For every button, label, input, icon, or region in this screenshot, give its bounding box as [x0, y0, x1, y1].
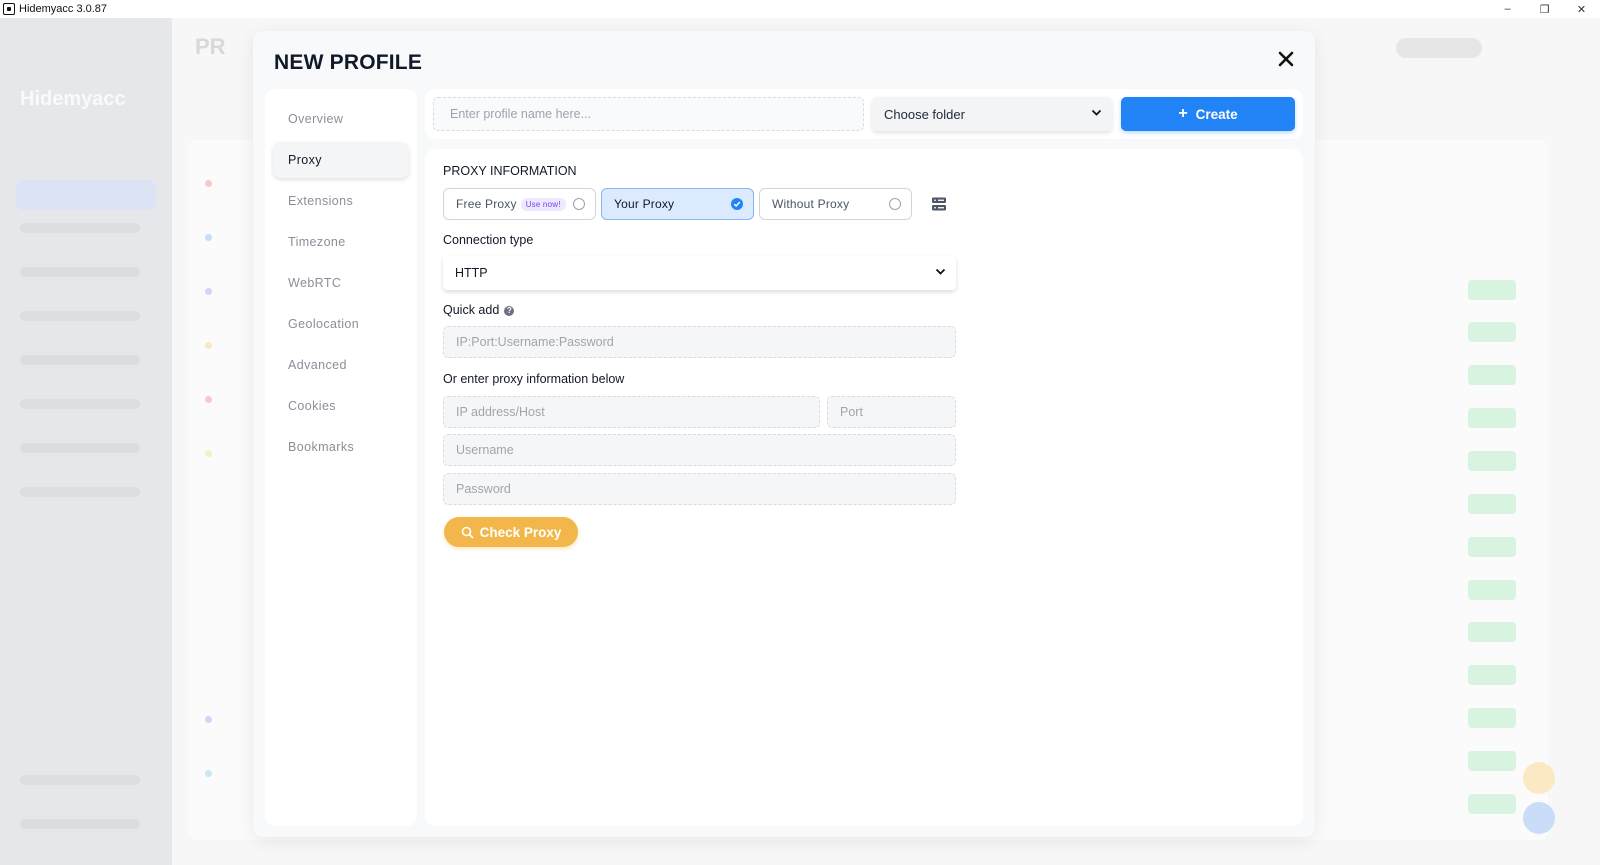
radio-checked-icon	[731, 198, 743, 210]
plus-icon: +	[1178, 105, 1188, 122]
window-title: Hidemyacc 3.0.87	[19, 3, 108, 15]
background-run-button	[1468, 665, 1516, 685]
window-controls: – ❐ ✕	[1489, 0, 1600, 18]
background-nav-item	[20, 775, 140, 785]
close-icon	[1278, 51, 1294, 67]
background-status-dot	[205, 450, 212, 457]
background-nav-item	[20, 223, 140, 233]
background-support-bubble	[1523, 762, 1555, 794]
without-proxy-label: Without Proxy	[772, 197, 850, 211]
background-run-button	[1468, 580, 1516, 600]
background-run-button	[1468, 622, 1516, 642]
your-proxy-option[interactable]: Your Proxy	[601, 188, 754, 220]
free-proxy-label: Free Proxy	[456, 197, 517, 211]
your-proxy-label: Your Proxy	[614, 197, 675, 211]
menu-item-proxy[interactable]: Proxy	[273, 142, 409, 178]
chevron-down-icon	[935, 268, 946, 275]
help-icon[interactable]: ?	[504, 305, 515, 316]
background-new-profile-button	[16, 180, 156, 210]
server-list-icon[interactable]	[931, 196, 947, 212]
quick-add-label-text: Quick add	[443, 303, 500, 317]
background-run-button	[1468, 451, 1516, 471]
background-status-dot	[205, 180, 212, 187]
radio-unchecked-icon	[889, 198, 901, 210]
menu-item-bookmarks[interactable]: Bookmarks	[273, 429, 409, 465]
connection-type-label: Connection type	[443, 233, 534, 247]
folder-select[interactable]: Choose folder	[872, 97, 1112, 131]
background-status-dot	[205, 770, 212, 777]
background-status-dot	[205, 234, 212, 241]
background-run-button	[1468, 365, 1516, 385]
menu-item-cookies[interactable]: Cookies	[273, 388, 409, 424]
create-button-label: Create	[1195, 106, 1238, 122]
background-status-dot	[205, 716, 212, 723]
window-close-button[interactable]: ✕	[1563, 0, 1600, 18]
profile-name-input[interactable]	[433, 97, 864, 131]
menu-item-geolocation[interactable]: Geolocation	[273, 306, 409, 342]
close-modal-button[interactable]	[1275, 48, 1297, 70]
background-status-dot	[205, 396, 212, 403]
menu-item-timezone[interactable]: Timezone	[273, 224, 409, 260]
check-proxy-button[interactable]: Check Proxy	[444, 517, 578, 547]
connection-type-select[interactable]: HTTP	[443, 256, 956, 290]
background-run-button	[1468, 408, 1516, 428]
connection-type-value: HTTP	[455, 266, 488, 280]
window-titlebar: Hidemyacc 3.0.87 – ❐ ✕	[0, 0, 1600, 18]
username-input[interactable]	[443, 434, 956, 466]
background-run-button	[1468, 537, 1516, 557]
manual-proxy-label: Or enter proxy information below	[443, 372, 625, 386]
menu-item-extensions[interactable]: Extensions	[273, 183, 409, 219]
background-nav-item	[20, 355, 140, 365]
quick-add-input[interactable]	[443, 326, 956, 358]
menu-item-advanced[interactable]: Advanced	[273, 347, 409, 383]
background-nav-item	[20, 487, 140, 497]
proxy-section-title: PROXY INFORMATION	[443, 164, 577, 178]
background-nav-item	[20, 311, 140, 321]
background-logo: Hidemyacc	[20, 88, 126, 110]
chevron-down-icon	[1091, 109, 1102, 116]
folder-select-value: Choose folder	[884, 106, 965, 122]
background-page-title: PR	[195, 34, 226, 59]
profile-settings-menu: Overview Proxy Extensions Timezone WebRT…	[265, 89, 417, 826]
background-chat-bubble	[1523, 802, 1555, 834]
background-run-button	[1468, 494, 1516, 514]
background-run-button	[1468, 751, 1516, 771]
modal-title: NEW PROFILE	[274, 51, 423, 74]
free-proxy-option[interactable]: Free Proxy Use now!	[443, 188, 596, 220]
background-balance-pill	[1396, 38, 1482, 58]
background-nav-item	[20, 819, 140, 829]
app-icon	[3, 3, 15, 15]
background-nav-item	[20, 443, 140, 453]
without-proxy-option[interactable]: Without Proxy	[759, 188, 912, 220]
password-input[interactable]	[443, 473, 956, 505]
new-profile-modal: NEW PROFILE Overview Proxy Extensions Ti…	[253, 31, 1315, 837]
quick-add-label: Quick add?	[443, 303, 515, 317]
background-sidebar: Hidemyacc	[0, 18, 172, 865]
background-status-dot	[205, 342, 212, 349]
radio-unchecked-icon	[573, 198, 585, 210]
host-input[interactable]	[443, 396, 820, 428]
background-nav-item	[20, 267, 140, 277]
proxy-settings-panel: PROXY INFORMATION Free Proxy Use now! Yo…	[425, 149, 1303, 826]
menu-item-webrtc[interactable]: WebRTC	[273, 265, 409, 301]
create-button[interactable]: + Create	[1121, 97, 1295, 131]
background-status-dot	[205, 288, 212, 295]
background-run-button	[1468, 322, 1516, 342]
check-proxy-label: Check Proxy	[479, 524, 562, 540]
minimize-button[interactable]: –	[1489, 0, 1526, 18]
maximize-button[interactable]: ❐	[1526, 0, 1563, 18]
port-input[interactable]	[827, 396, 956, 428]
profile-header-bar: Choose folder + Create	[425, 89, 1303, 139]
menu-item-overview[interactable]: Overview	[273, 101, 409, 137]
search-icon	[461, 526, 473, 538]
background-run-button	[1468, 280, 1516, 300]
background-nav-item	[20, 399, 140, 409]
background-run-button	[1468, 794, 1516, 814]
use-now-badge: Use now!	[520, 197, 566, 211]
background-run-button	[1468, 708, 1516, 728]
